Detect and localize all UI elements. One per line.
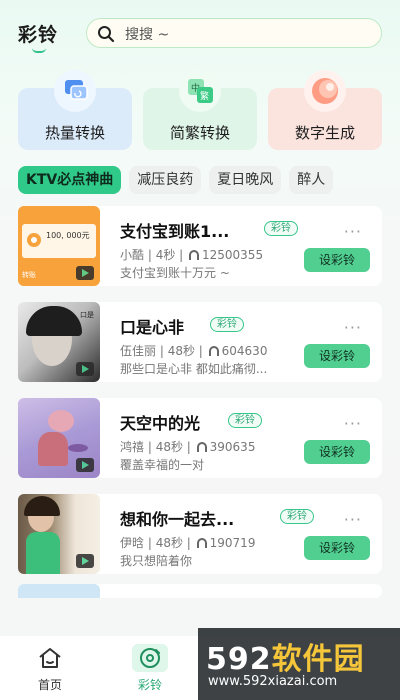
song-title: 支付宝到账1... <box>120 222 230 241</box>
list-item[interactable]: 口是 口是心非 彩铃 伍佳丽 | 48秒 | 604630 那些口是心非 都如此… <box>18 302 382 382</box>
tab-summer-breeze[interactable]: 夏日晚风 <box>209 166 282 194</box>
artist: 小酷 <box>120 248 145 262</box>
set-ringtone-button[interactable]: 设彩铃 <box>304 248 370 272</box>
home-icon <box>39 648 61 668</box>
feature-label: 简繁转换 <box>169 124 230 142</box>
nav-label: 彩铃 <box>137 678 162 692</box>
song-thumbnail <box>18 584 100 598</box>
nav-label: 首页 <box>37 678 62 692</box>
watermark-logo: 592软件园 <box>206 634 365 678</box>
more-options-icon[interactable]: ··· <box>344 510 362 529</box>
song-thumbnail <box>18 398 100 478</box>
song-thumbnail <box>18 494 100 574</box>
play-count: 604630 <box>221 344 268 358</box>
song-desc: 那些口是心非 都如此痛彻... <box>120 362 268 376</box>
category-tabs: KTV必点神曲 减压良药 夏日晚风 醉人 <box>18 166 400 194</box>
headphones-icon <box>196 538 207 548</box>
feature-digital-generate[interactable]: 数字生成 <box>268 70 382 150</box>
song-thumbnail: 口是 <box>18 302 100 382</box>
play-count: 190719 <box>209 536 256 550</box>
more-options-icon[interactable]: ··· <box>344 414 362 433</box>
page-title: 彩铃 <box>18 24 59 46</box>
chinese-convert-icon: 中 繁 <box>179 70 221 112</box>
artist: 伊晗 <box>120 536 145 550</box>
set-ringtone-button[interactable]: 设彩铃 <box>304 440 370 464</box>
thumb-side-text: 口是 <box>80 311 94 319</box>
duration: 4秒 <box>155 248 176 262</box>
title-underline <box>32 48 46 53</box>
song-desc: 支付宝到账十万元 ~ <box>120 266 230 280</box>
search-icon <box>98 26 115 43</box>
feature-label: 数字生成 <box>294 124 355 142</box>
list-item[interactable]: 天空中的光 彩铃 鸿禧 | 48秒 | 390635 覆盖幸福的一对 ··· 设… <box>18 398 382 478</box>
thumb-label: 转账 <box>22 271 36 279</box>
ringtone-badge: 彩铃 <box>228 413 262 428</box>
watermark-text: 软件园 <box>271 642 365 677</box>
nav-ringtone[interactable]: 彩铃 <box>120 644 180 696</box>
ringtone-disc-icon <box>140 648 160 668</box>
feature-simp-trad-convert[interactable]: 中 繁 简繁转换 <box>143 70 257 150</box>
play-icon[interactable] <box>76 554 94 568</box>
play-count: 390635 <box>209 440 256 454</box>
list-item[interactable] <box>18 584 382 598</box>
duration: 48秒 <box>155 536 183 550</box>
search-input[interactable]: 搜搜 ~ <box>86 18 382 48</box>
more-options-icon[interactable]: ··· <box>344 222 362 241</box>
play-count: 12500355 <box>202 248 264 262</box>
song-meta: 鸿禧 | 48秒 | 390635 <box>120 440 256 454</box>
watermark-url: www.592xiazai.com <box>208 674 338 689</box>
song-title: 想和你一起去... <box>120 510 235 529</box>
search-placeholder: 搜搜 ~ <box>125 27 170 43</box>
set-ringtone-button[interactable]: 设彩铃 <box>304 536 370 560</box>
artist: 伍佳丽 <box>120 344 157 358</box>
play-icon[interactable] <box>76 458 94 472</box>
thumb-amount: 100, 000元 <box>46 231 90 240</box>
ringtone-badge: 彩铃 <box>210 317 244 332</box>
watermark-number: 592 <box>206 642 272 677</box>
song-meta: 伊晗 | 48秒 | 190719 <box>120 536 256 550</box>
ringtone-badge: 彩铃 <box>264 221 298 236</box>
headphones-icon <box>196 442 207 452</box>
song-title: 口是心非 <box>120 318 185 337</box>
watermark-overlay: 592软件园 www.592xiazai.com <box>198 628 400 700</box>
ringtone-badge: 彩铃 <box>280 509 314 524</box>
list-item[interactable]: 想和你一起去... 彩铃 伊晗 | 48秒 | 190719 我只想陪着你 ··… <box>18 494 382 574</box>
tab-relax[interactable]: 减压良药 <box>129 166 202 194</box>
header: 彩铃 搜搜 ~ <box>0 14 400 54</box>
set-ringtone-button[interactable]: 设彩铃 <box>304 344 370 368</box>
feature-cards: 热量转换 中 繁 简繁转换 数字生成 <box>18 68 382 150</box>
headphones-icon <box>189 250 199 260</box>
tab-ktv[interactable]: KTV必点神曲 <box>18 166 122 194</box>
duration: 48秒 <box>155 440 183 454</box>
feature-label: 热量转换 <box>44 124 105 142</box>
play-icon[interactable] <box>76 362 94 376</box>
feature-heat-convert[interactable]: 热量转换 <box>18 70 132 150</box>
coin-icon <box>27 233 41 247</box>
more-options-icon[interactable]: ··· <box>344 318 362 337</box>
nav-home[interactable]: 首页 <box>20 644 80 696</box>
headphones-icon <box>208 346 219 356</box>
play-icon[interactable] <box>76 266 94 280</box>
tab-intoxicating[interactable]: 醉人 <box>289 166 334 194</box>
song-desc: 覆盖幸福的一对 <box>120 458 205 472</box>
duration: 48秒 <box>167 344 195 358</box>
artist: 鸿禧 <box>120 440 145 454</box>
svg-text:繁: 繁 <box>200 90 209 102</box>
digital-orb-icon <box>304 70 346 112</box>
song-desc: 我只想陪着你 <box>120 554 193 568</box>
list-item[interactable]: 100, 000元 转账 支付宝到账1... 彩铃 小酷 | 4秒 | 1250… <box>18 206 382 286</box>
song-meta: 伍佳丽 | 48秒 | 604630 <box>120 344 268 358</box>
song-thumbnail: 100, 000元 转账 <box>18 206 100 286</box>
song-meta: 小酷 | 4秒 | 12500355 <box>120 248 264 262</box>
song-title: 天空中的光 <box>120 414 201 433</box>
convert-icon <box>54 70 96 112</box>
